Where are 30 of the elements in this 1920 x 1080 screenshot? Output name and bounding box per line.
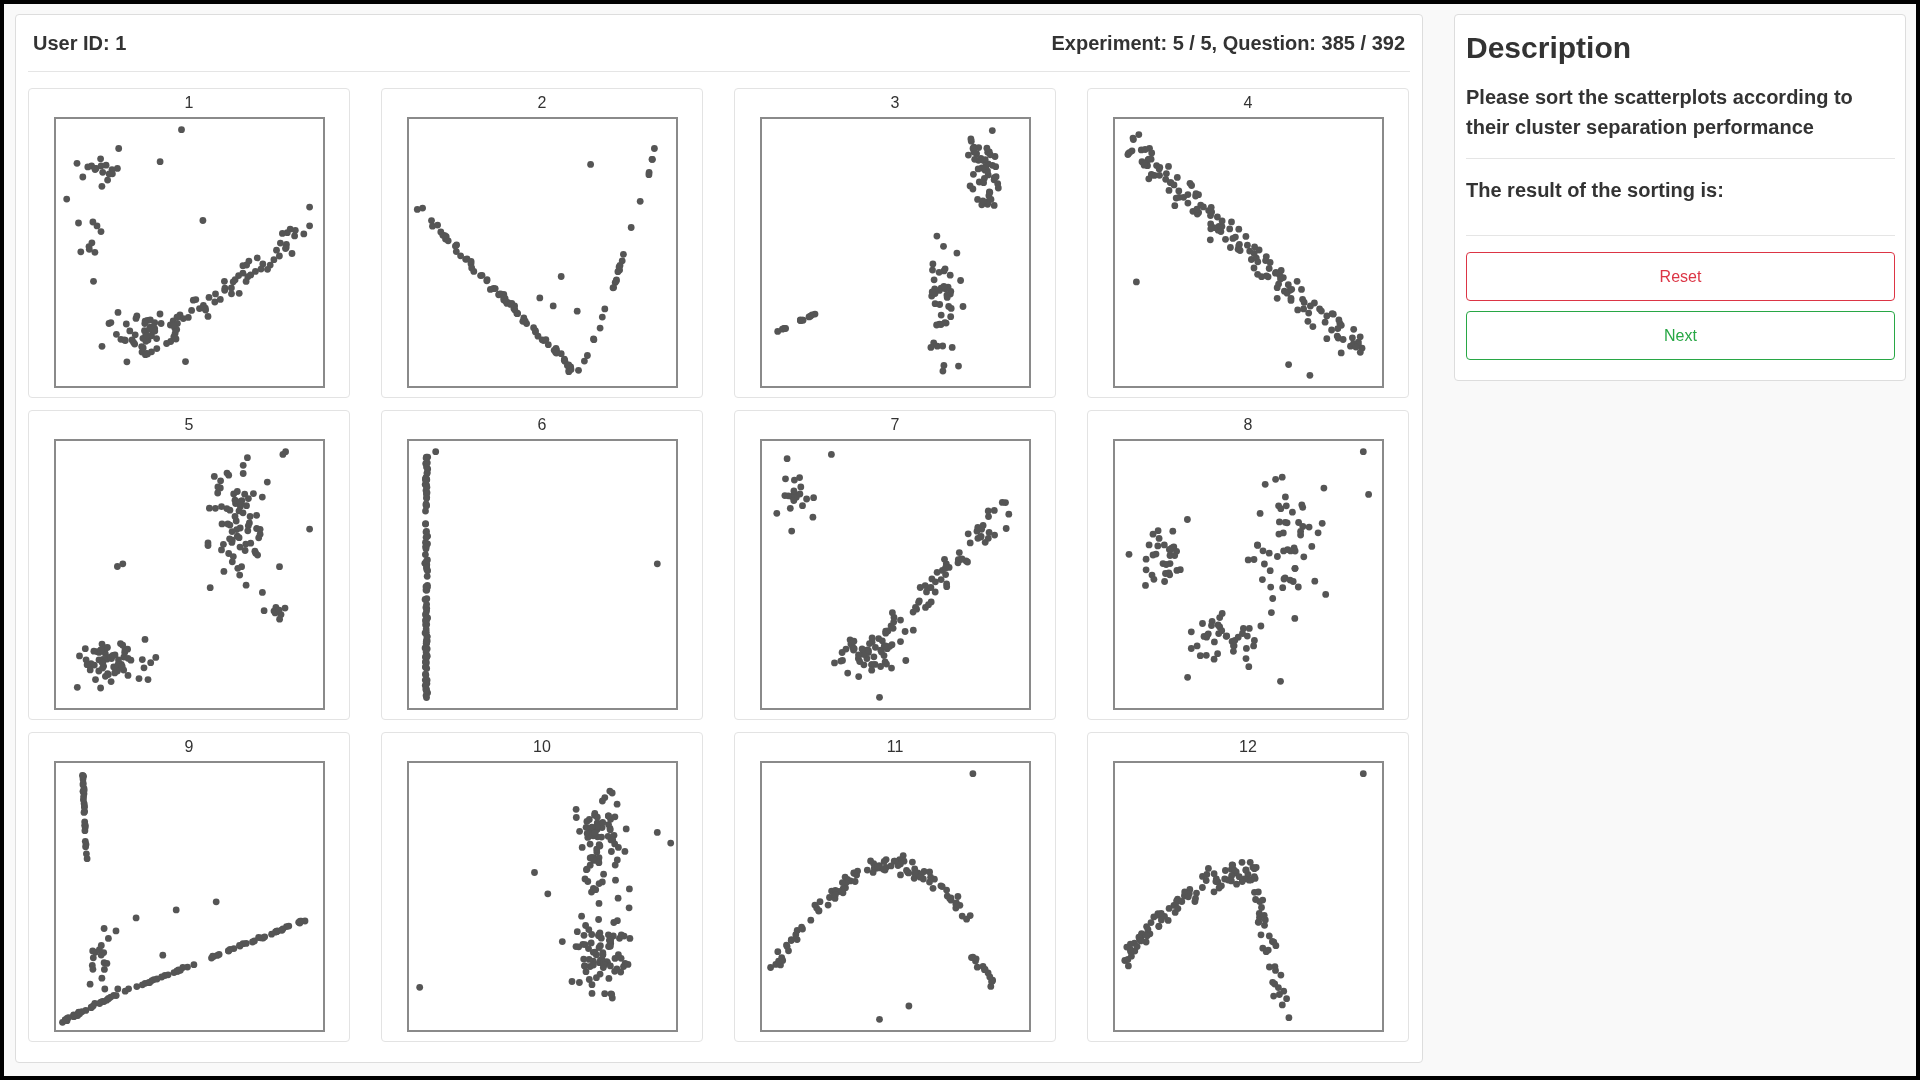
plot-number: 9 [184,738,194,756]
progress-text: Experiment: 5 / 5, Question: 385 / 392 [1051,31,1405,56]
user-id-text: User ID: 1 [33,31,127,56]
plot-number: 11 [886,738,904,756]
plot-number: 4 [1243,94,1253,112]
plot-card[interactable]: 6 [381,410,703,720]
plot-number: 10 [533,738,551,756]
plot-card[interactable]: 1 [28,88,350,398]
plot-number: 1 [184,94,194,112]
result-label: The result of the sorting is: [1466,178,1725,203]
plot-number: 2 [537,94,547,112]
plot-number: 5 [184,416,194,434]
plot-card[interactable]: 7 [734,410,1056,720]
plot-card[interactable]: 12 [1087,732,1409,1042]
plot-number: 6 [537,416,547,434]
plot-card[interactable]: 11 [734,732,1056,1042]
instruction-text: Please sort the scatterplots according to their cluster separation performance [1466,85,1854,140]
plot-number: 12 [1239,738,1257,756]
plot-number: 3 [890,94,900,112]
reset-button[interactable]: Reset [1466,252,1895,301]
plot-card[interactable]: 5 [28,410,350,720]
plot-number: 8 [1243,416,1253,434]
plot-card[interactable]: 2 [381,88,703,398]
plot-card[interactable]: 10 [381,732,703,1042]
description-heading: Description [1466,30,1633,66]
plot-card[interactable]: 4 [1087,88,1409,398]
plot-card[interactable]: 9 [28,732,350,1042]
plot-card[interactable]: 3 [734,88,1056,398]
plot-card[interactable]: 8 [1087,410,1409,720]
plot-number: 7 [890,416,900,434]
